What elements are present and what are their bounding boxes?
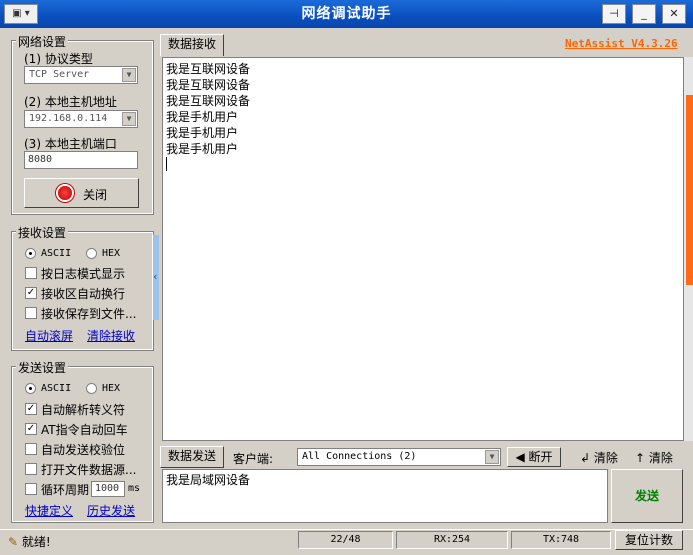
send-ascii-radio[interactable] (25, 383, 36, 394)
host-label: (2) 本地主机地址 (24, 95, 117, 109)
tab-send[interactable]: 数据发送 (160, 446, 224, 468)
send-textarea[interactable]: 我是局域网设备 (162, 469, 608, 523)
escape-label: 自动解析转义符 (41, 403, 126, 417)
collapse-arrow-icon[interactable]: ‹ (153, 270, 157, 283)
return-arrow-icon: ↲ (580, 451, 591, 465)
close-connection-button[interactable]: 关闭 (24, 178, 139, 208)
at-enter-label: AT指令自动回车 (41, 423, 128, 437)
send-hex-label: HEX (102, 383, 121, 394)
receive-line: 我是互联网设备 (166, 62, 251, 76)
close-window-icon[interactable]: ✕ (662, 4, 686, 24)
checksum-label: 自动发送校验位 (41, 443, 126, 457)
status-counter: 22/48 (298, 531, 393, 549)
protocol-value: TCP Server (29, 69, 90, 80)
send-button[interactable]: 发送 (611, 469, 683, 523)
clear-send-button[interactable]: ↲ 清除 (580, 449, 618, 466)
auto-scroll-link[interactable]: 自动滚屏 (25, 327, 73, 344)
auto-wrap-label: 接收区自动换行 (41, 287, 126, 301)
file-source-label: 打开文件数据源... (41, 463, 137, 477)
auto-wrap-checkbox[interactable]: ✓ (25, 287, 37, 299)
disconnect-button[interactable]: ◀ 断开 (507, 447, 561, 467)
protocol-select[interactable]: TCP Server ▼ (24, 66, 138, 84)
escape-checkbox[interactable]: ✓ (25, 403, 37, 415)
send-text: 我是局域网设备 (166, 473, 251, 487)
receive-line: 我是手机用户 (166, 110, 239, 124)
port-label: (3) 本地主机端口 (24, 137, 117, 151)
cycle-checkbox[interactable] (25, 483, 37, 495)
status-ready: ✎ 就绪! (8, 533, 51, 550)
port-input[interactable]: 8080 (24, 151, 138, 169)
cycle-unit: ms (128, 483, 141, 494)
chevron-down-icon[interactable]: ▼ (485, 450, 499, 464)
receive-line: 我是互联网设备 (166, 78, 251, 92)
chevron-down-icon[interactable]: ▼ (122, 112, 136, 126)
disconnect-label: 断开 (528, 450, 553, 464)
receive-hex-label: HEX (102, 248, 121, 259)
status-light-icon (58, 186, 72, 200)
protocol-label: (1) 协议类型 (24, 52, 93, 66)
network-settings-legend: 网络设置 (16, 33, 69, 50)
window-title: 网络调试助手 (301, 6, 392, 22)
receive-settings-legend: 接收设置 (16, 224, 69, 241)
receive-line: 我是手机用户 (166, 142, 239, 156)
log-mode-checkbox[interactable] (25, 267, 37, 279)
clear-send-label: 清除 (593, 451, 618, 465)
receive-line: 我是互联网设备 (166, 94, 251, 108)
chevron-down-icon[interactable]: ▼ (122, 68, 136, 82)
client-label: 客户端: (233, 452, 274, 466)
host-select[interactable]: 192.168.0.114 ▼ (24, 110, 138, 128)
receive-textarea[interactable]: 我是互联网设备 我是互联网设备 我是互联网设备 我是手机用户 我是手机用户 我是手机用户 (162, 57, 684, 441)
send-settings-legend: 发送设置 (16, 359, 69, 376)
reset-count-button[interactable]: 复位计数 (615, 530, 683, 550)
cycle-input[interactable]: 1000 (91, 481, 125, 497)
at-enter-checkbox[interactable]: ✓ (25, 423, 37, 435)
close-connection-label: 关闭 (83, 188, 108, 202)
send-ascii-label: ASCII (41, 383, 72, 394)
save-to-file-label: 接收保存到文件... (41, 307, 137, 321)
minimize-icon[interactable]: _ (632, 4, 656, 24)
client-select[interactable]: All Connections (2) ▼ (297, 448, 501, 466)
text-caret (166, 157, 167, 171)
receive-scroll-thumb[interactable] (686, 95, 693, 285)
cycle-label: 循环周期 (41, 483, 90, 497)
brand-link[interactable]: NetAssist V4.3.26 (565, 37, 678, 50)
status-rx: RX:254 (396, 531, 508, 549)
clear-receive-link[interactable]: 清除接收 (87, 327, 135, 344)
save-to-file-checkbox[interactable] (25, 307, 37, 319)
receive-ascii-label: ASCII (41, 248, 72, 259)
client-value: All Connections (2) (302, 451, 417, 462)
status-ready-text: 就绪! (21, 535, 51, 549)
clear-all-label: 清除 (648, 451, 673, 465)
tab-receive[interactable]: 数据接收 (160, 34, 224, 56)
receive-lines: 我是互联网设备 我是互联网设备 我是互联网设备 我是手机用户 我是手机用户 我是手机用户 (166, 61, 250, 171)
up-arrow-icon: ↑ (635, 451, 646, 465)
host-value: 192.168.0.114 (29, 113, 108, 124)
arrow-left-icon: ◀ (515, 450, 525, 464)
receive-ascii-radio[interactable] (25, 248, 36, 259)
status-tx: TX:748 (511, 531, 611, 549)
history-link[interactable]: 历史发送 (87, 502, 135, 519)
checksum-checkbox[interactable] (25, 443, 37, 455)
shortcut-link[interactable]: 快捷定义 (25, 502, 73, 519)
pin-icon[interactable]: ⊣ (602, 4, 626, 24)
receive-line: 我是手机用户 (166, 126, 239, 140)
send-hex-radio[interactable] (86, 383, 97, 394)
pencil-icon: ✎ (8, 535, 19, 549)
clear-all-button[interactable]: ↑ 清除 (635, 449, 673, 466)
file-source-checkbox[interactable] (25, 463, 37, 475)
log-mode-label: 按日志模式显示 (41, 267, 126, 281)
receive-hex-radio[interactable] (86, 248, 97, 259)
